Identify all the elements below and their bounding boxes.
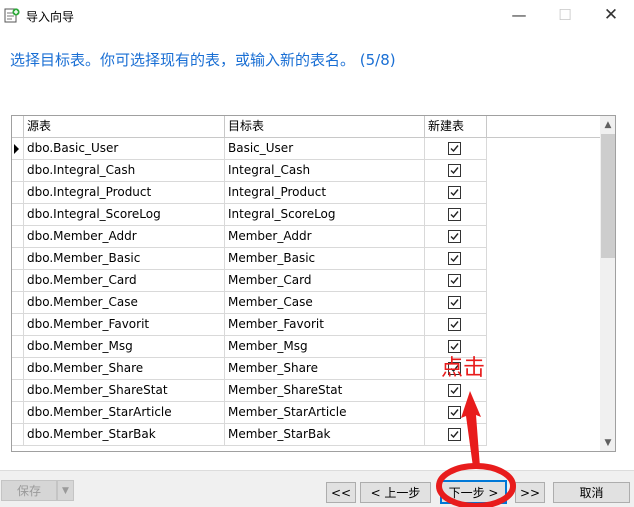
annotation-highlight-ellipse bbox=[436, 463, 516, 507]
annotation-overlay bbox=[436, 391, 516, 507]
annotation-arrow-icon bbox=[461, 391, 481, 467]
